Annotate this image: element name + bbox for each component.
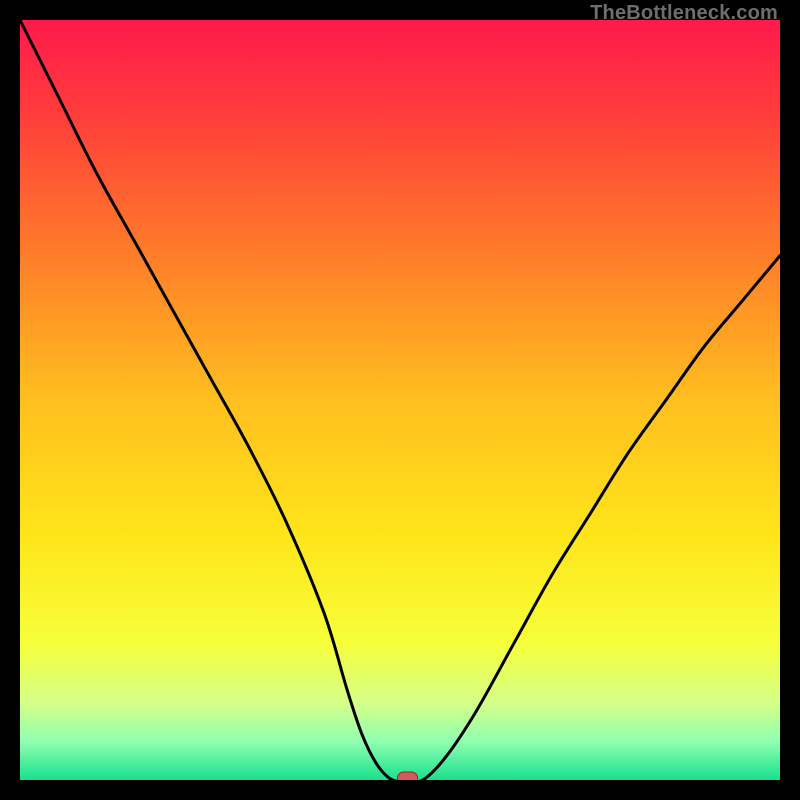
chart-frame: TheBottleneck.com (0, 0, 800, 800)
plot-area (20, 20, 780, 780)
bottleneck-chart (20, 20, 780, 780)
optimal-point-marker (398, 772, 418, 780)
